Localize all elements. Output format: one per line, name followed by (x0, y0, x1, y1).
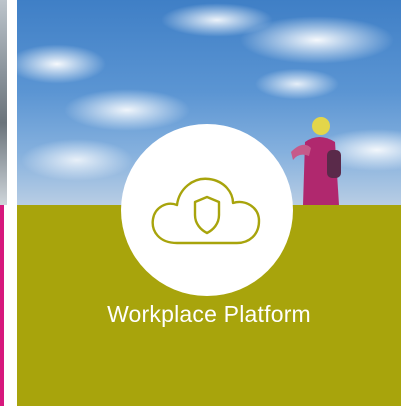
tile-title: Workplace Platform (107, 301, 311, 327)
cloud-shield-icon (151, 177, 261, 245)
icon-badge-circle (121, 124, 293, 296)
adjacent-tile-photo-edge (0, 0, 7, 205)
person-climber-image (291, 117, 341, 205)
workplace-platform-tile[interactable]: Workplace Platform (17, 0, 401, 406)
adjacent-tile-accent-edge (0, 205, 4, 406)
